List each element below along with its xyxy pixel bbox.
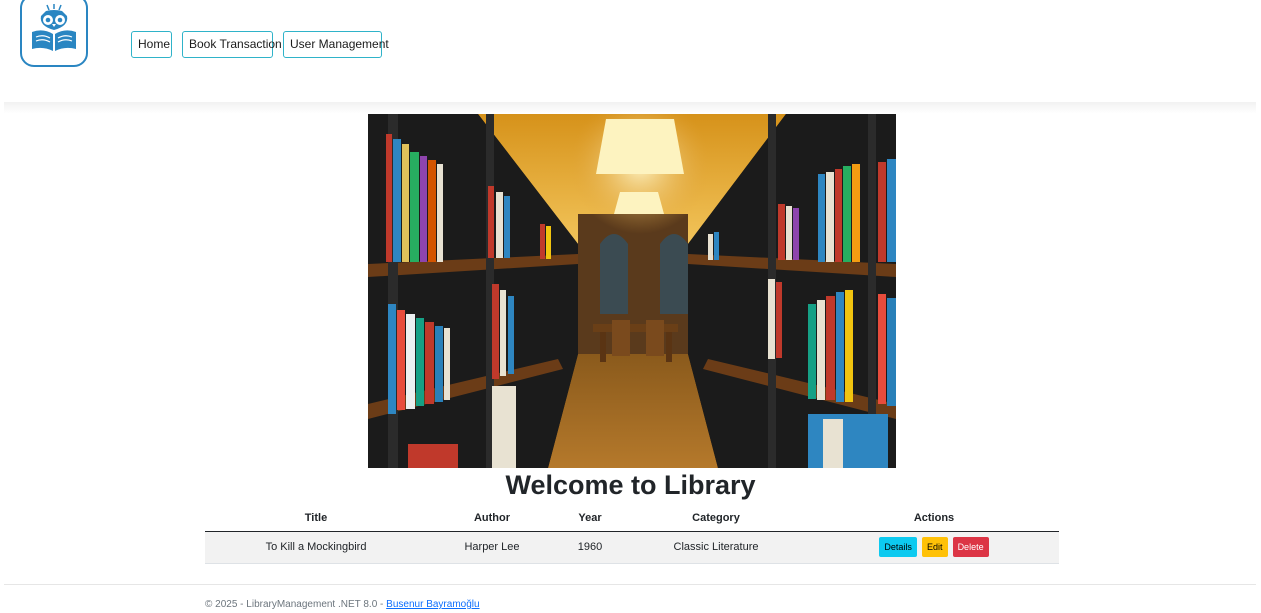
footer-copyright-text: © 2025 - LibraryManagement .NET 8.0 - bbox=[205, 599, 387, 610]
nav-user-management-button[interactable]: User Management bbox=[283, 31, 389, 58]
cell-title: To Kill a Mockingbird bbox=[205, 531, 427, 564]
header-divider bbox=[4, 102, 1256, 114]
library-hero-image bbox=[368, 114, 896, 468]
cell-actions: Details Edit Delete bbox=[809, 531, 1059, 564]
cell-category: Classic Literature bbox=[623, 531, 809, 564]
cell-year: 1960 bbox=[557, 531, 623, 564]
column-header-actions: Actions bbox=[809, 506, 1059, 532]
nav-home-button[interactable]: Home bbox=[131, 31, 172, 58]
column-header-year: Year bbox=[557, 506, 623, 532]
table-header-row: Title Author Year Category Actions bbox=[205, 506, 1059, 532]
nav-book-transaction-button[interactable]: Book Transaction bbox=[182, 31, 282, 58]
details-button[interactable]: Details bbox=[879, 537, 917, 557]
column-header-title: Title bbox=[205, 506, 427, 532]
footer-divider bbox=[4, 584, 1256, 585]
welcome-heading: Welcome to Library bbox=[505, 470, 756, 500]
cell-author: Harper Lee bbox=[427, 531, 557, 564]
books-table: Title Author Year Category Actions To Ki… bbox=[205, 506, 1059, 564]
delete-button[interactable]: Delete bbox=[952, 537, 989, 557]
column-header-author: Author bbox=[427, 506, 557, 532]
owl-logo-icon[interactable] bbox=[20, 0, 88, 67]
header: Home Book Transaction User Management bbox=[0, 0, 1261, 114]
column-header-category: Category bbox=[623, 506, 809, 532]
table-row: To Kill a Mockingbird Harper Lee 1960 Cl… bbox=[205, 531, 1059, 564]
edit-button[interactable]: Edit bbox=[921, 537, 948, 557]
footer-author-link[interactable]: Busenur Bayramoğlu bbox=[386, 599, 479, 610]
footer: © 2025 - LibraryManagement .NET 8.0 - Bu… bbox=[205, 599, 480, 610]
